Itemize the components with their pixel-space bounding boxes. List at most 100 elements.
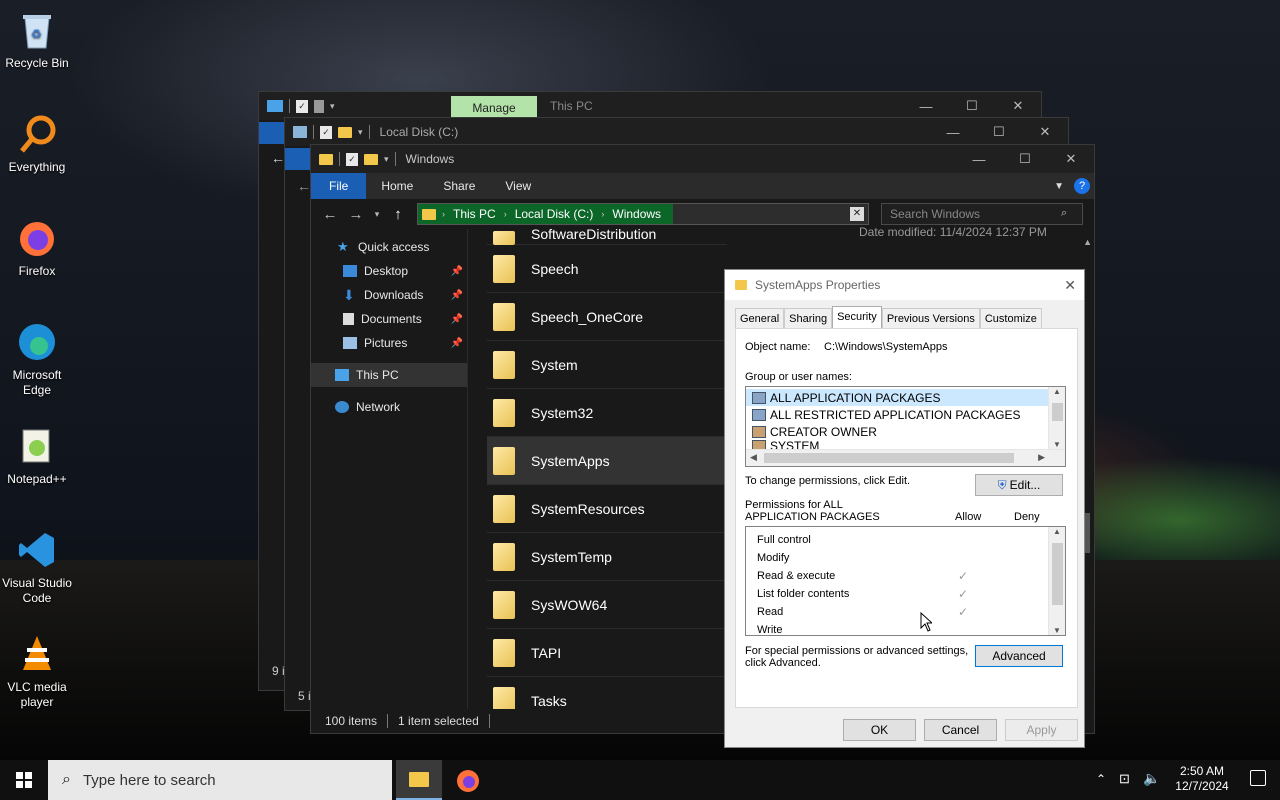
user-list[interactable]: ALL APPLICATION PACKAGES ALL RESTRICTED …	[745, 386, 1066, 467]
pin-icon[interactable]: 📌	[451, 266, 463, 277]
tab-view[interactable]: View	[490, 173, 546, 199]
help-icon[interactable]: ?	[1074, 178, 1090, 194]
list-item[interactable]: Speech	[487, 245, 727, 293]
search-input[interactable]: Search Windows	[881, 203, 1083, 225]
vertical-scrollbar[interactable]: ▲ ▼	[1048, 527, 1065, 635]
properties-icon[interactable]: ✓	[346, 152, 358, 166]
apply-button[interactable]: Apply	[1005, 719, 1078, 741]
nav-this-pc[interactable]: This PC	[311, 363, 467, 387]
chevron-down-icon[interactable]: ▾	[384, 154, 389, 165]
maximize-button[interactable]: ☐	[949, 92, 995, 120]
desktop-icon-firefox[interactable]: Firefox	[0, 216, 74, 279]
taskbar-search-box[interactable]: ⌕ Type here to search	[48, 760, 392, 800]
list-item[interactable]: TAPI	[487, 629, 727, 677]
nav-downloads[interactable]: ⬇ Downloads 📌	[311, 283, 467, 307]
desktop-icon-vlc[interactable]: VLC media player	[0, 632, 74, 710]
back-arrow-icon[interactable]: ←	[271, 150, 285, 166]
list-item-selected[interactable]: ALL APPLICATION PACKAGES	[746, 389, 1065, 406]
expand-ribbon-icon[interactable]: ▼	[1054, 181, 1064, 192]
file-tab-partial[interactable]	[285, 148, 311, 170]
nav-quick-access[interactable]: ★ Quick access	[311, 235, 467, 259]
breadcrumb-windows[interactable]: Windows	[606, 207, 667, 221]
pin-icon[interactable]: 📌	[451, 338, 463, 349]
list-item[interactable]: Speech_OneCore	[487, 293, 727, 341]
scroll-up-icon[interactable]: ▲	[1049, 387, 1065, 396]
scroll-down-icon[interactable]: ▼	[1049, 626, 1065, 635]
desktop-icon-vscode[interactable]: Visual Studio Code	[0, 528, 74, 606]
tab-general[interactable]: General	[735, 308, 785, 328]
clear-address-icon[interactable]: ✕	[850, 207, 864, 221]
desktop-icon-notepadpp[interactable]: Notepad++	[0, 424, 74, 487]
list-item[interactable]: ALL RESTRICTED APPLICATION PACKAGES	[746, 406, 1065, 423]
chevron-down-icon[interactable]: ▾	[330, 101, 335, 112]
breadcrumb-local-disk[interactable]: Local Disk (C:)	[509, 207, 600, 221]
permissions-list[interactable]: Full control Modify Read & execute ✓ List…	[745, 526, 1066, 636]
ok-button[interactable]: OK	[843, 719, 916, 741]
notifications-icon[interactable]	[1250, 770, 1266, 786]
tab-security[interactable]: Security	[832, 306, 882, 328]
close-button[interactable]: ✕	[1022, 118, 1068, 146]
tab-share[interactable]: Share	[428, 173, 490, 199]
desktop-icon-edge[interactable]: Microsoft Edge	[0, 320, 74, 398]
show-hidden-icons-icon[interactable]: ⌃	[1096, 772, 1106, 786]
pin-icon[interactable]: 📌	[451, 314, 463, 325]
properties-dialog[interactable]: SystemApps Properties ✕ General Sharing …	[724, 269, 1085, 748]
list-item[interactable]: System32	[487, 389, 727, 437]
up-button[interactable]: ↑	[385, 206, 411, 223]
maximize-button[interactable]: ☐	[976, 118, 1022, 146]
scroll-up-icon[interactable]: ▲	[1049, 527, 1065, 536]
chevron-down-icon[interactable]: ▾	[358, 127, 363, 138]
list-item[interactable]: SystemResources	[487, 485, 727, 533]
close-button[interactable]: ✕	[995, 92, 1041, 120]
scroll-down-icon[interactable]: ▼	[1049, 440, 1065, 449]
address-bar[interactable]: › This PC › Local Disk (C:) › Windows ✕	[417, 203, 869, 225]
network-icon[interactable]: ⊡	[1119, 771, 1130, 787]
nav-desktop[interactable]: Desktop 📌	[311, 259, 467, 283]
scroll-left-icon[interactable]: ◀	[750, 452, 757, 463]
desktop-icon-recycle-bin[interactable]: ♻ Recycle Bin	[0, 8, 74, 71]
list-item[interactable]: Tasks	[487, 677, 727, 709]
windows-start-icon[interactable]	[16, 772, 32, 791]
close-icon[interactable]: ✕	[1064, 277, 1076, 294]
vertical-scrollbar[interactable]: ▲ ▼	[1048, 387, 1065, 449]
nav-documents[interactable]: Documents 📌	[311, 307, 467, 331]
list-item-selected[interactable]: SystemApps	[487, 437, 727, 485]
cancel-button[interactable]: Cancel	[924, 719, 997, 741]
list-item[interactable]: SystemTemp	[487, 533, 727, 581]
back-arrow-icon[interactable]: ←	[297, 178, 311, 194]
tab-previous-versions[interactable]: Previous Versions	[881, 308, 980, 328]
desktop-icon-everything[interactable]: Everything	[0, 112, 74, 175]
volume-icon[interactable]: 🔈	[1143, 770, 1160, 787]
taskbar-firefox[interactable]	[456, 769, 480, 796]
back-button[interactable]: ←	[317, 206, 343, 223]
new-folder-icon[interactable]	[314, 99, 324, 113]
scroll-right-icon[interactable]: ▶	[1038, 452, 1045, 463]
new-folder-icon[interactable]	[364, 153, 378, 165]
properties-icon[interactable]: ✓	[320, 125, 332, 139]
minimize-button[interactable]: —	[956, 145, 1002, 173]
close-button[interactable]: ✕	[1048, 145, 1094, 173]
new-folder-icon[interactable]	[338, 126, 352, 138]
minimize-button[interactable]: —	[930, 118, 976, 146]
tab-home[interactable]: Home	[366, 173, 428, 199]
tab-file[interactable]: File	[311, 173, 367, 199]
minimize-button[interactable]: —	[903, 92, 949, 120]
tab-customize[interactable]: Customize	[979, 308, 1042, 328]
horizontal-scrollbar[interactable]: ◀ ▶	[746, 449, 1065, 466]
maximize-button[interactable]: ☐	[1002, 145, 1048, 173]
tab-sharing[interactable]: Sharing	[784, 308, 833, 328]
scrollbar-thumb[interactable]	[1052, 403, 1063, 421]
nav-pictures[interactable]: Pictures 📌	[311, 331, 467, 355]
list-item[interactable]: CREATOR OWNER	[746, 423, 1065, 440]
recent-locations-icon[interactable]: ▾	[369, 209, 385, 220]
breadcrumb-this-pc[interactable]: This PC	[447, 207, 502, 221]
properties-icon[interactable]: ✓	[296, 99, 308, 113]
advanced-button[interactable]: Advanced	[975, 645, 1063, 667]
system-clock[interactable]: 2:50 AM 12/7/2024	[1172, 764, 1232, 794]
list-item[interactable]: System	[487, 341, 727, 389]
list-item[interactable]: SoftwareDistribution	[487, 229, 727, 245]
edit-button[interactable]: ⛨ Edit...	[975, 474, 1063, 496]
list-item[interactable]: SysWOW64	[487, 581, 727, 629]
scrollbar-thumb[interactable]	[1052, 543, 1063, 605]
taskbar-file-explorer[interactable]	[396, 760, 442, 800]
